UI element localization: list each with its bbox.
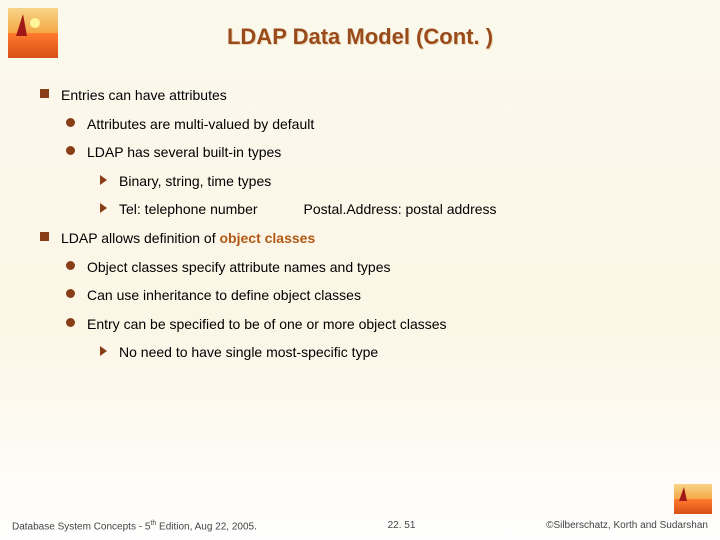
circle-bullet-icon [66, 261, 75, 270]
bullet-l1: LDAP allows definition of object classes [40, 225, 690, 252]
bullet-l2: Entry can be specified to be of one or m… [66, 311, 690, 338]
bullet-l3: Binary, string, time types [100, 168, 690, 195]
bullet-text: Entry can be specified to be of one or m… [87, 311, 447, 338]
bullet-l2: Can use inheritance to define object cla… [66, 282, 690, 309]
footer-right: ©Silberschatz, Korth and Sudarshan [546, 520, 708, 532]
bullet-text: Attributes are multi-valued by default [87, 111, 314, 138]
square-bullet-icon [40, 232, 49, 241]
circle-bullet-icon [66, 318, 75, 327]
slide-title: LDAP Data Model (Cont. ) [0, 24, 720, 50]
bullet-text: Entries can have attributes [61, 82, 227, 109]
footer-center: 22. 51 [388, 520, 416, 532]
circle-bullet-icon [66, 118, 75, 127]
bullet-text: LDAP allows definition of object classes [61, 225, 315, 252]
bullet-text: Binary, string, time types [119, 168, 271, 195]
square-bullet-icon [40, 89, 49, 98]
sailboat-logo-bottom [674, 484, 712, 514]
slide-body: Entries can have attributes Attributes a… [40, 80, 690, 366]
bullet-l2: LDAP has several built-in types [66, 139, 690, 166]
bullet-text: No need to have single most-specific typ… [119, 339, 378, 366]
arrow-bullet-icon [100, 346, 107, 356]
bullet-text: LDAP has several built-in types [87, 139, 281, 166]
bullet-l2: Object classes specify attribute names a… [66, 254, 690, 281]
circle-bullet-icon [66, 146, 75, 155]
arrow-bullet-icon [100, 203, 107, 213]
bullet-l2: Attributes are multi-valued by default [66, 111, 690, 138]
arrow-bullet-icon [100, 175, 107, 185]
circle-bullet-icon [66, 289, 75, 298]
footer-left: Database System Concepts - 5th Edition, … [12, 520, 257, 532]
footer: Database System Concepts - 5th Edition, … [12, 520, 708, 532]
emphasis-object-classes: object classes [220, 230, 316, 246]
bullet-l3: Tel: telephone numberPostal.Address: pos… [100, 196, 690, 223]
bullet-text: Object classes specify attribute names a… [87, 254, 390, 281]
bullet-text: Can use inheritance to define object cla… [87, 282, 361, 309]
bullet-text: Tel: telephone numberPostal.Address: pos… [119, 196, 497, 223]
bullet-l3: No need to have single most-specific typ… [100, 339, 690, 366]
bullet-l1: Entries can have attributes [40, 82, 690, 109]
